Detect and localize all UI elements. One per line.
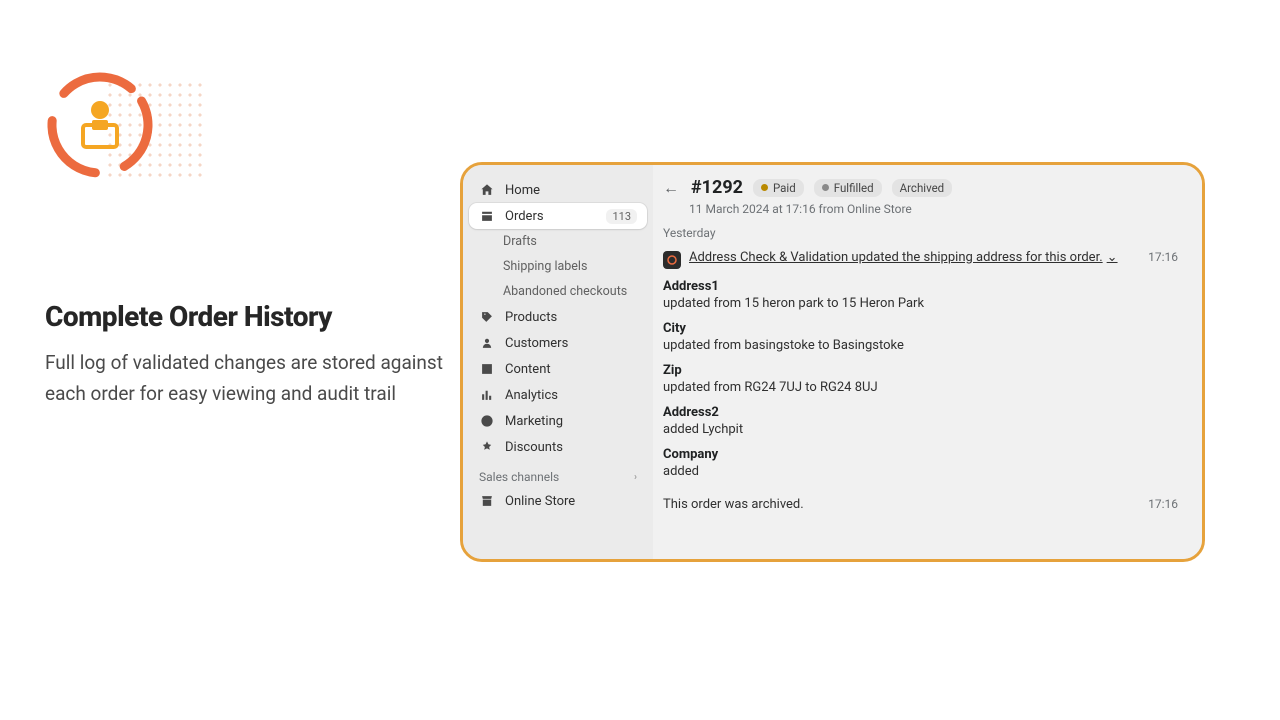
change-field-desc: updated from basingstoke to Basingstoke: [663, 338, 1178, 353]
status-pill-archived: Archived: [892, 179, 953, 197]
sidebar-item-label: Analytics: [505, 388, 637, 403]
sidebar-item-discounts[interactable]: Discounts: [469, 434, 647, 460]
sidebar-item-label: Discounts: [505, 440, 637, 455]
home-icon: [479, 182, 495, 198]
sidebar-item-home[interactable]: Home: [469, 177, 647, 203]
order-header: ← #1292 Paid Fulfilled Archived: [663, 177, 1178, 198]
pill-label: Paid: [773, 181, 796, 195]
change-field-label: City: [663, 321, 1178, 336]
discounts-icon: [479, 439, 495, 455]
sidebar-item-online-store[interactable]: Online Store: [469, 488, 647, 514]
sidebar: Home Orders 113 Drafts Shipping labels A…: [463, 165, 653, 559]
pill-label: Archived: [900, 181, 945, 195]
sidebar-item-analytics[interactable]: Analytics: [469, 382, 647, 408]
change-field-label: Address2: [663, 405, 1178, 420]
sidebar-item-products[interactable]: Products: [469, 304, 647, 330]
archived-row: This order was archived. 17:16: [663, 497, 1178, 512]
order-meta: 11 March 2024 at 17:16 from Online Store: [689, 202, 1178, 216]
app-icon: [663, 251, 681, 269]
marketing-icon: [479, 413, 495, 429]
sidebar-item-customers[interactable]: Customers: [469, 330, 647, 356]
sidebar-item-label: Home: [505, 183, 637, 198]
orders-count-badge: 113: [606, 209, 637, 224]
logo-ring-icon: [45, 70, 155, 180]
sidebar-item-label: Marketing: [505, 414, 637, 429]
orders-icon: [479, 208, 495, 224]
content-icon: [479, 361, 495, 377]
event-title-text: Address Check & Validation updated the s…: [689, 250, 1103, 265]
marketing-sub: Full log of validated changes are stored…: [45, 347, 445, 410]
store-icon: [479, 493, 495, 509]
sidebar-item-marketing[interactable]: Marketing: [469, 408, 647, 434]
timeline-day-label: Yesterday: [663, 226, 1178, 240]
change-field-desc: added Lychpit: [663, 422, 1178, 437]
status-pill-fulfilled: Fulfilled: [814, 179, 882, 197]
change-entry: City updated from basingstoke to Basingst…: [663, 321, 1178, 353]
sidebar-section-sales-channels: Sales channels ›: [469, 460, 647, 488]
analytics-icon: [479, 387, 495, 403]
status-dot-icon: [761, 184, 768, 191]
sidebar-item-label: Customers: [505, 336, 637, 351]
marketing-heading: Complete Order History: [45, 300, 445, 333]
change-entry: Address2 added Lychpit: [663, 405, 1178, 437]
change-field-desc: updated from RG24 7UJ to RG24 8UJ: [663, 380, 1178, 395]
order-detail-panel: ← #1292 Paid Fulfilled Archived 11 March…: [653, 165, 1202, 559]
sidebar-sub-abandoned[interactable]: Abandoned checkouts: [469, 279, 647, 304]
sidebar-item-label: Products: [505, 310, 637, 325]
sidebar-item-content[interactable]: Content: [469, 356, 647, 382]
sidebar-item-label: Online Store: [505, 494, 637, 509]
sidebar-item-orders[interactable]: Orders 113: [469, 203, 647, 229]
sidebar-item-label: Orders: [505, 209, 596, 224]
pill-label: Fulfilled: [834, 181, 874, 195]
customers-icon: [479, 335, 495, 351]
change-field-desc: updated from 15 heron park to 15 Heron P…: [663, 296, 1178, 311]
products-icon: [479, 309, 495, 325]
chevron-down-icon: ⌄: [1107, 250, 1118, 265]
status-dot-icon: [822, 184, 829, 191]
change-entry: Address1 updated from 15 heron park to 15…: [663, 279, 1178, 311]
marketing-block: Complete Order History Full log of valid…: [45, 50, 445, 410]
sidebar-item-label: Content: [505, 362, 637, 377]
change-field-label: Zip: [663, 363, 1178, 378]
timeline-event: Address Check & Validation updated the s…: [663, 250, 1178, 269]
change-field-desc: added: [663, 464, 1178, 479]
change-field-label: Company: [663, 447, 1178, 462]
logo: [45, 50, 195, 180]
timeline-event-title[interactable]: Address Check & Validation updated the s…: [689, 250, 1120, 265]
back-arrow-icon[interactable]: ←: [663, 178, 681, 198]
status-pill-paid: Paid: [753, 179, 804, 197]
chevron-right-icon[interactable]: ›: [634, 472, 637, 483]
order-id: #1292: [691, 177, 743, 198]
change-field-label: Address1: [663, 279, 1178, 294]
change-list: Address1 updated from 15 heron park to 15…: [663, 279, 1178, 479]
archived-time: 17:16: [1148, 497, 1178, 512]
sidebar-sub-shipping-labels[interactable]: Shipping labels: [469, 254, 647, 279]
change-entry: Company added: [663, 447, 1178, 479]
sidebar-section-label: Sales channels: [479, 470, 559, 484]
timeline-event-time: 17:16: [1128, 250, 1178, 264]
change-entry: Zip updated from RG24 7UJ to RG24 8UJ: [663, 363, 1178, 395]
archived-text: This order was archived.: [663, 497, 804, 512]
sidebar-sub-drafts[interactable]: Drafts: [469, 229, 647, 254]
screenshot-frame: Home Orders 113 Drafts Shipping labels A…: [460, 162, 1205, 562]
